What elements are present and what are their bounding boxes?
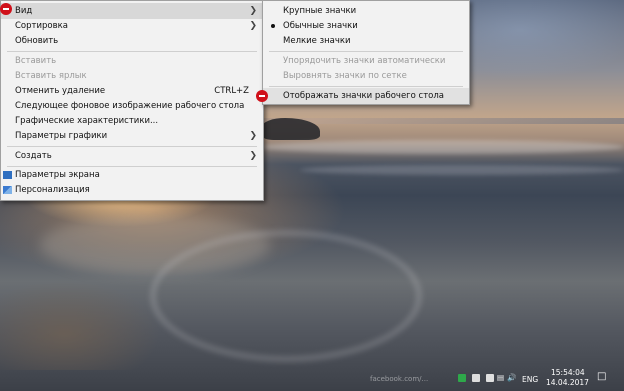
menu-item-label: Крупные значки — [283, 6, 357, 16]
menu-item-label: Графические характеристики... — [15, 116, 159, 126]
menu-item-personalize[interactable]: Персонализация — [1, 182, 263, 198]
menu-item-label: Персонализация — [15, 185, 90, 195]
volume-icon[interactable]: 🔊 — [507, 373, 516, 382]
desktop-context-menu: Вид ❯ Сортировка ❯ Обновить Вставить Вст… — [0, 0, 264, 201]
menu-item-label: Мелкие значки — [283, 36, 351, 46]
submenu-item-show-desktop-icons[interactable]: Отображать значки рабочего стола — [263, 88, 469, 104]
menu-item-label: Отображать значки рабочего стола — [283, 91, 445, 101]
view-submenu: Крупные значки Обычные значки Мелкие зна… — [262, 0, 470, 105]
chevron-right-icon: ❯ — [249, 151, 257, 161]
wallpaper-foam — [150, 230, 422, 362]
menu-item-label: Выровнять значки по сетке — [283, 71, 407, 81]
menu-separator — [269, 51, 463, 52]
tray-app-icon[interactable] — [472, 374, 480, 382]
submenu-item-medium-icons[interactable]: Обычные значки — [263, 18, 469, 34]
menu-item-label: Обновить — [15, 36, 59, 46]
wallpaper-sand — [0, 280, 160, 370]
menu-item-next-wallpaper[interactable]: Следующее фоновое изображение рабочего с… — [1, 98, 263, 114]
menu-item-label: Вид — [15, 6, 33, 16]
menu-separator — [7, 51, 257, 52]
red-marker-icon — [0, 3, 12, 15]
menu-item-view[interactable]: Вид ❯ — [1, 3, 263, 19]
submenu-item-large-icons[interactable]: Крупные значки — [263, 3, 469, 19]
menu-item-label: Обычные значки — [283, 21, 358, 31]
menu-item-refresh[interactable]: Обновить — [1, 33, 263, 49]
menu-item-new[interactable]: Создать ❯ — [1, 148, 263, 164]
menu-item-paste-shortcut[interactable]: Вставить ярлык — [1, 68, 263, 84]
menu-item-label: Параметры экрана — [15, 170, 100, 180]
menu-item-paste[interactable]: Вставить — [1, 53, 263, 69]
selected-bullet-icon — [271, 24, 275, 28]
menu-item-label: Параметры графики — [15, 131, 108, 141]
wallpaper-wave — [300, 165, 624, 175]
clock-time[interactable]: 15:54:04 — [551, 368, 585, 377]
menu-item-graphics-options[interactable]: Параметры графики ❯ — [1, 128, 263, 144]
menu-item-label: Упорядочить значки автоматически — [283, 56, 446, 66]
menu-item-display-settings[interactable]: Параметры экрана — [1, 167, 263, 183]
menu-item-label: Вставить — [15, 56, 57, 66]
watermark-text: facebook.com/... — [370, 375, 429, 383]
display-icon — [3, 171, 12, 179]
wallpaper-wave — [260, 140, 624, 154]
menu-item-label: Следующее фоновое изображение рабочего с… — [15, 101, 245, 111]
menu-item-label: Отменить удаление — [15, 86, 106, 96]
tray-app-icon[interactable] — [458, 374, 466, 382]
chevron-right-icon: ❯ — [249, 6, 257, 16]
shortcut-label: CTRL+Z — [214, 86, 249, 96]
tray-app-icon[interactable] — [486, 374, 494, 382]
personalize-icon — [3, 186, 12, 194]
chevron-right-icon: ❯ — [249, 131, 257, 141]
menu-item-label: Сортировка — [15, 21, 68, 31]
menu-item-sort[interactable]: Сортировка ❯ — [1, 18, 263, 34]
menu-separator — [7, 146, 257, 147]
language-indicator[interactable]: ENG — [522, 375, 538, 384]
network-icon[interactable]: ▤ — [497, 373, 504, 382]
menu-item-graphics-properties[interactable]: Графические характеристики... — [1, 113, 263, 129]
clock-date[interactable]: 14.04.2017 — [546, 378, 589, 387]
menu-item-label: Создать — [15, 151, 52, 161]
menu-item-undo-delete[interactable]: Отменить удаление CTRL+Z — [1, 83, 263, 99]
menu-separator — [269, 86, 463, 87]
submenu-item-small-icons[interactable]: Мелкие значки — [263, 33, 469, 49]
red-marker-icon — [256, 90, 268, 102]
submenu-item-align-grid[interactable]: Выровнять значки по сетке — [263, 68, 469, 84]
chevron-right-icon: ❯ — [249, 21, 257, 31]
notifications-icon[interactable]: □ — [597, 371, 606, 382]
submenu-item-auto-arrange[interactable]: Упорядочить значки автоматически — [263, 53, 469, 69]
menu-item-label: Вставить ярлык — [15, 71, 87, 81]
